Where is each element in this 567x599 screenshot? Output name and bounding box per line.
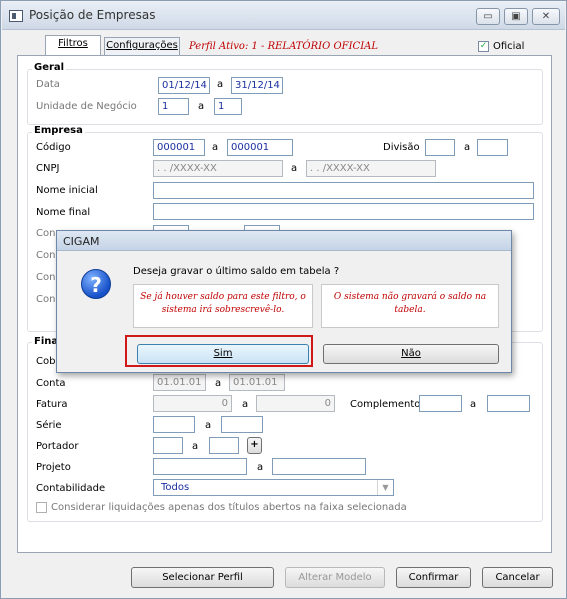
cob-label: Cob [36, 356, 56, 367]
perfil-ativo-label: Perfil Ativo: 1 - RELATÓRIO OFICIAL [189, 41, 379, 52]
alterar-modelo-label: Alterar Modelo [298, 572, 372, 583]
cigam-dialog: CIGAM ? Deseja gravar o último saldo em … [56, 230, 512, 373]
app-window-icon [9, 10, 23, 22]
projeto-label: Projeto [36, 462, 71, 473]
alterar-modelo-button[interactable]: Alterar Modelo [285, 567, 385, 588]
dialog-question: Deseja gravar o último saldo em tabela ? [133, 266, 340, 277]
nao-button[interactable]: Não [323, 344, 499, 364]
complemento-label: Complemento [350, 399, 421, 410]
cancelar-label: Cancelar [495, 572, 540, 583]
nome-inicial-input[interactable] [153, 182, 534, 199]
nome-inicial-label: Nome inicial [36, 185, 98, 196]
title-bar[interactable]: Posição de Empresas ▭ ▣ ✕ [2, 2, 565, 30]
cnpj-from-input[interactable]: . . /XXXX-XX [153, 160, 283, 177]
fatura-label: Fatura [36, 399, 68, 410]
conta-from-input[interactable]: 01.01.01 [153, 374, 206, 391]
data-label: Data [36, 79, 60, 90]
selecionar-perfil-button[interactable]: Selecionar Perfil [131, 567, 274, 588]
nome-final-input[interactable] [153, 203, 534, 220]
maximize-button[interactable]: ▣ [504, 8, 528, 25]
portador-a-label: a [192, 441, 199, 452]
portador-to-input[interactable] [209, 437, 239, 454]
serie-to-input[interactable] [221, 416, 263, 433]
complemento-from-input[interactable] [419, 395, 462, 412]
fatura-a-label: a [242, 399, 249, 410]
hidden-label-3: Con [36, 272, 56, 283]
divisao-label: Divisão [383, 142, 420, 153]
nome-final-label: Nome final [36, 207, 91, 218]
tab-filtros[interactable]: Filtros [45, 35, 101, 56]
projeto-from-input[interactable] [153, 458, 247, 475]
divisao-a-label: a [464, 142, 471, 153]
empresa-title: Empresa [32, 125, 85, 136]
data-a-label: a [217, 79, 224, 90]
nao-label: Não [401, 348, 421, 359]
chevron-down-icon[interactable]: ▼ [377, 480, 393, 495]
cancelar-button[interactable]: Cancelar [482, 567, 553, 588]
tab-configuracoes-label: Configurações [106, 40, 178, 51]
geral-title: Geral [32, 62, 67, 73]
considerar-label: Considerar liquidações apenas dos título… [51, 502, 407, 513]
unidade-label: Unidade de Negócio [36, 101, 137, 112]
confirmar-label: Confirmar [408, 572, 459, 583]
codigo-to-input[interactable]: 000001 [227, 139, 293, 156]
window-title: Posição de Empresas [29, 8, 156, 22]
serie-from-input[interactable] [153, 416, 195, 433]
minimize-button[interactable]: ▭ [476, 8, 500, 25]
hidden-label-4: Con [36, 294, 56, 305]
confirmar-button[interactable]: Confirmar [396, 567, 471, 588]
sim-label: Sim [213, 348, 233, 359]
contabilidade-value: Todos [161, 482, 190, 493]
contabilidade-select[interactable]: Todos ▼ [153, 479, 394, 496]
cnpj-label: CNPJ [36, 163, 60, 174]
oficial-checkbox[interactable]: ✓ [478, 41, 489, 52]
projeto-a-label: a [257, 462, 264, 473]
conta-a-label: a [215, 378, 222, 389]
dialog-title-bar[interactable]: CIGAM [57, 231, 511, 251]
oficial-label: Oficial [493, 41, 525, 52]
close-button[interactable]: ✕ [532, 8, 560, 25]
conta-label: Conta [36, 378, 66, 389]
portador-label: Portador [36, 441, 79, 452]
codigo-from-input[interactable]: 000001 [153, 139, 205, 156]
considerar-checkbox[interactable] [36, 502, 47, 513]
divisao-from-input[interactable] [425, 139, 455, 156]
unidade-a-label: a [198, 101, 205, 112]
main-window: Posição de Empresas ▭ ▣ ✕ Filtros Config… [0, 0, 567, 599]
tab-filtros-label: Filtros [58, 38, 88, 49]
cnpj-to-input[interactable]: . . /XXXX-XX [306, 160, 436, 177]
cnpj-a-label: a [291, 163, 298, 174]
conta-to-input[interactable]: 01.01.01 [229, 374, 285, 391]
dialog-title: CIGAM [63, 235, 100, 248]
complemento-to-input[interactable] [487, 395, 530, 412]
divisao-to-input[interactable] [477, 139, 508, 156]
hidden-label-2: Con [36, 250, 56, 261]
codigo-label: Código [36, 142, 71, 153]
note-sim: Se já houver saldo para este filtro, o s… [133, 284, 313, 328]
selecionar-perfil-label: Selecionar Perfil [162, 572, 243, 583]
unidade-from-input[interactable]: 1 [158, 98, 189, 115]
codigo-a-label: a [212, 142, 219, 153]
serie-a-label: a [205, 420, 212, 431]
portador-from-input[interactable] [153, 437, 183, 454]
note-nao: O sistema não gravará o saldo na tabela. [321, 284, 499, 328]
data-from-input[interactable]: 01/12/14 [158, 77, 210, 94]
geral-group [27, 69, 543, 125]
fatura-from-input[interactable]: 0 [153, 395, 232, 412]
question-icon: ? [81, 269, 111, 299]
fatura-to-input[interactable]: 0 [256, 395, 335, 412]
unidade-to-input[interactable]: 1 [214, 98, 242, 115]
data-to-input[interactable]: 31/12/14 [231, 77, 283, 94]
hidden-label-1: Con [36, 228, 56, 239]
sim-button[interactable]: Sim [137, 344, 309, 364]
portador-add-button[interactable]: + [247, 437, 262, 454]
projeto-to-input[interactable] [272, 458, 366, 475]
contabilidade-label: Contabilidade [36, 483, 106, 494]
complemento-a-label: a [470, 399, 477, 410]
tab-configuracoes[interactable]: Configurações [104, 37, 180, 55]
serie-label: Série [36, 420, 62, 431]
